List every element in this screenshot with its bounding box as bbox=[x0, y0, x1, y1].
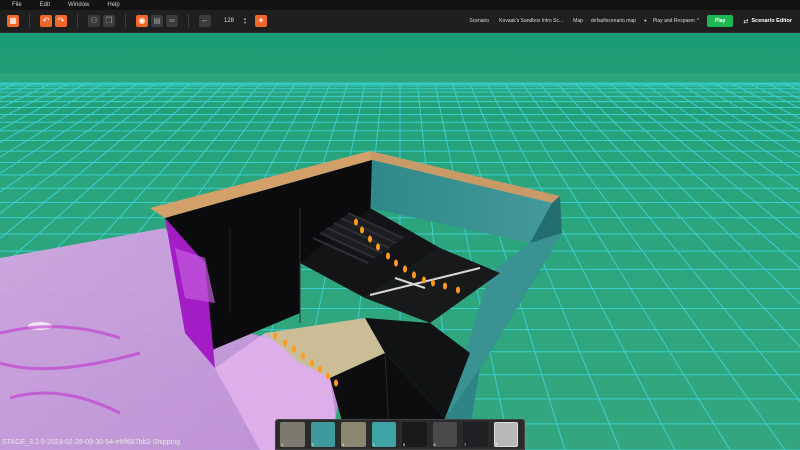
undo-icon[interactable]: ↶ bbox=[40, 15, 52, 27]
target-bot bbox=[354, 218, 358, 226]
target-bot bbox=[334, 379, 338, 387]
build-version-label: STAGE_3.2.0-2023-02-28-09-30-54-e6ff687b… bbox=[2, 439, 180, 446]
copy-icon[interactable]: ❐ bbox=[103, 15, 115, 27]
target-bot bbox=[310, 359, 314, 367]
hotbar-slot-6[interactable]: 6 bbox=[432, 422, 457, 447]
block-hotbar: 1 2 3 4 5 6 7 8 bbox=[275, 419, 525, 450]
hotbar-slot-number: 4 bbox=[372, 442, 375, 447]
hotbar-slot-8[interactable]: 8 bbox=[493, 422, 519, 447]
scenario-selector[interactable]: Kovaak's Sandbox Intro Sc... bbox=[499, 18, 563, 24]
menu-window[interactable]: Window bbox=[62, 0, 95, 10]
hotbar-slot-number: 7 bbox=[464, 442, 467, 447]
group-icon[interactable]: ⚇ bbox=[88, 15, 100, 27]
toolbar-separator bbox=[125, 14, 126, 28]
map-label: Map bbox=[573, 18, 583, 24]
target-bot bbox=[368, 235, 372, 243]
menu-edit[interactable]: Edit bbox=[34, 0, 56, 10]
hotbar-slot-number: 5 bbox=[403, 442, 406, 447]
hotbar-slot-2[interactable]: 2 bbox=[310, 422, 335, 447]
target-bot bbox=[431, 279, 435, 287]
target-bot bbox=[443, 282, 447, 290]
toolbar-separator bbox=[29, 14, 30, 28]
play-mode-dropdown[interactable]: Play and Respawn bbox=[653, 18, 695, 24]
layers-icon[interactable]: ▤ bbox=[151, 15, 163, 27]
menu-file[interactable]: File bbox=[6, 0, 28, 10]
target-bot bbox=[456, 286, 460, 294]
target-bot bbox=[412, 271, 416, 279]
target-bot bbox=[283, 339, 287, 347]
redo-icon[interactable]: ↷ bbox=[55, 15, 67, 27]
toolbar-separator bbox=[77, 14, 78, 28]
chevron-up-icon[interactable]: ^ bbox=[697, 18, 699, 24]
hotbar-slot-number: 2 bbox=[311, 442, 314, 447]
hotbar-slot-number: 6 bbox=[433, 442, 436, 447]
scenario-editor-label: Scenario Editor bbox=[751, 18, 792, 24]
target-bot bbox=[386, 252, 390, 260]
hotbar-slot-number: 3 bbox=[342, 442, 345, 447]
grid-icon[interactable]: ▦ bbox=[7, 15, 19, 27]
status-dot-icon: ● bbox=[643, 18, 647, 24]
hotbar-slot-number: 8 bbox=[495, 441, 498, 446]
hotbar-slot-1[interactable]: 1 bbox=[280, 422, 305, 447]
target-bot bbox=[376, 243, 380, 251]
eye-icon[interactable]: ◉ bbox=[136, 15, 148, 27]
target-bot bbox=[422, 276, 426, 284]
link-icon[interactable]: ∞ bbox=[166, 15, 178, 27]
target-bot bbox=[403, 265, 407, 273]
grid-size-stepper[interactable]: ▲ ▼ bbox=[243, 17, 247, 25]
hotbar-slot-7[interactable]: 7 bbox=[463, 422, 488, 447]
map-selector[interactable]: defaultscenario.map bbox=[591, 18, 636, 24]
target-bot bbox=[326, 372, 330, 380]
target-bot bbox=[292, 345, 296, 353]
toolbar-separator bbox=[188, 14, 189, 28]
settings-icon[interactable]: ✦ bbox=[254, 15, 267, 27]
toolbar: ▦ ↶ ↷ ⚇ ❐ ◉ ▤ ∞ ⌐ 128 ▲ ▼ ✦ Scenario Kova… bbox=[0, 10, 800, 33]
target-bot bbox=[394, 259, 398, 267]
snap-icon[interactable]: ⌐ bbox=[199, 15, 211, 27]
target-bot bbox=[301, 352, 305, 360]
target-bot bbox=[318, 365, 322, 373]
3d-viewport[interactable] bbox=[0, 33, 800, 450]
hotbar-slot-3[interactable]: 3 bbox=[341, 422, 366, 447]
play-button[interactable]: Play bbox=[707, 15, 734, 27]
menu-bar: File Edit Window Help bbox=[0, 0, 800, 10]
hotbar-slot-5[interactable]: 5 bbox=[402, 422, 427, 447]
hotbar-slot-number: 1 bbox=[281, 442, 284, 447]
target-bot bbox=[360, 226, 364, 234]
grid-size-value[interactable]: 128 bbox=[221, 18, 237, 24]
hotbar-slot-4[interactable]: 4 bbox=[371, 422, 396, 447]
editor-toggle-icon: ⇄ bbox=[743, 18, 749, 25]
scenario-label: Scenario bbox=[469, 18, 490, 24]
target-bot bbox=[273, 332, 277, 340]
menu-help[interactable]: Help bbox=[101, 0, 125, 10]
